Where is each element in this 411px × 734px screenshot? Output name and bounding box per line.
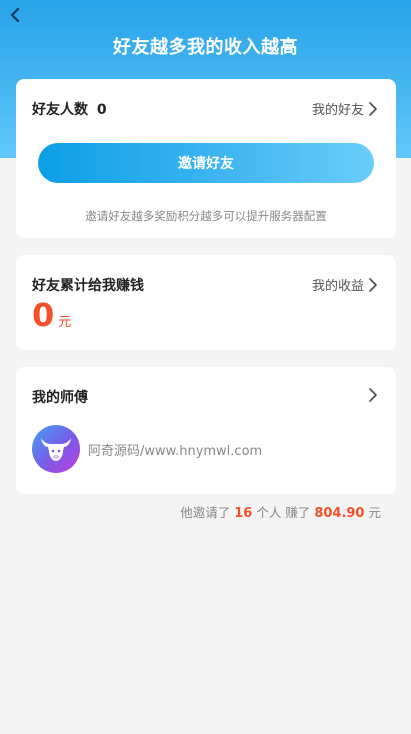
chevron-left-icon — [10, 7, 20, 23]
summary-mid: 个人 赚了 — [256, 505, 311, 520]
summary-earned: 804.90 — [314, 506, 365, 521]
invite-hint: 邀请好友越多奖励积分越多可以提升服务器配置 — [85, 209, 327, 223]
master-avatar — [32, 425, 80, 473]
earnings-amount: 0 元 — [32, 299, 71, 331]
my-friends-label: 我的好友 — [311, 103, 364, 118]
earnings-card: 好友累计给我赚钱 我的收益 0 元 — [16, 255, 396, 350]
summary-prefix: 他邀请了 — [180, 505, 231, 520]
my-friends-link[interactable]: 我的好友 — [312, 99, 378, 118]
invite-friends-button[interactable]: 邀请好友 — [38, 143, 374, 183]
earnings-value: 0 — [32, 296, 55, 334]
chevron-right-icon — [369, 388, 377, 402]
chevron-right-icon — [369, 101, 377, 116]
master-label: 我的师傅 — [32, 390, 88, 406]
back-button[interactable] — [4, 4, 26, 26]
invite-summary: 他邀请了 16 个人 赚了 804.90 元 — [180, 502, 381, 521]
chevron-right-icon — [369, 277, 377, 292]
page-title: 好友越多我的收入越高 — [113, 37, 298, 58]
master-detail-link[interactable] — [368, 387, 378, 403]
friends-count-label: 好友人数 — [32, 102, 88, 118]
summary-invited-count: 16 — [234, 506, 253, 521]
friends-count-row: 好友人数 0 — [32, 99, 107, 119]
earnings-unit: 元 — [58, 315, 72, 330]
earnings-label: 好友累计给我赚钱 — [32, 278, 144, 294]
friends-count-value: 0 — [96, 102, 107, 118]
bull-logo-icon — [41, 438, 71, 461]
my-earnings-link[interactable]: 我的收益 — [312, 275, 378, 294]
master-card: 我的师傅 阿奇源码/www.hnymwl.com — [16, 367, 396, 494]
summary-suffix: 元 — [368, 505, 381, 520]
my-earnings-label: 我的收益 — [311, 279, 364, 294]
master-name: 阿奇源码/www.hnymwl.com — [88, 444, 263, 459]
friends-card: 好友人数 0 我的好友 邀请好友 邀请好友越多奖励积分越多可以提升服务器配置 — [16, 79, 396, 238]
